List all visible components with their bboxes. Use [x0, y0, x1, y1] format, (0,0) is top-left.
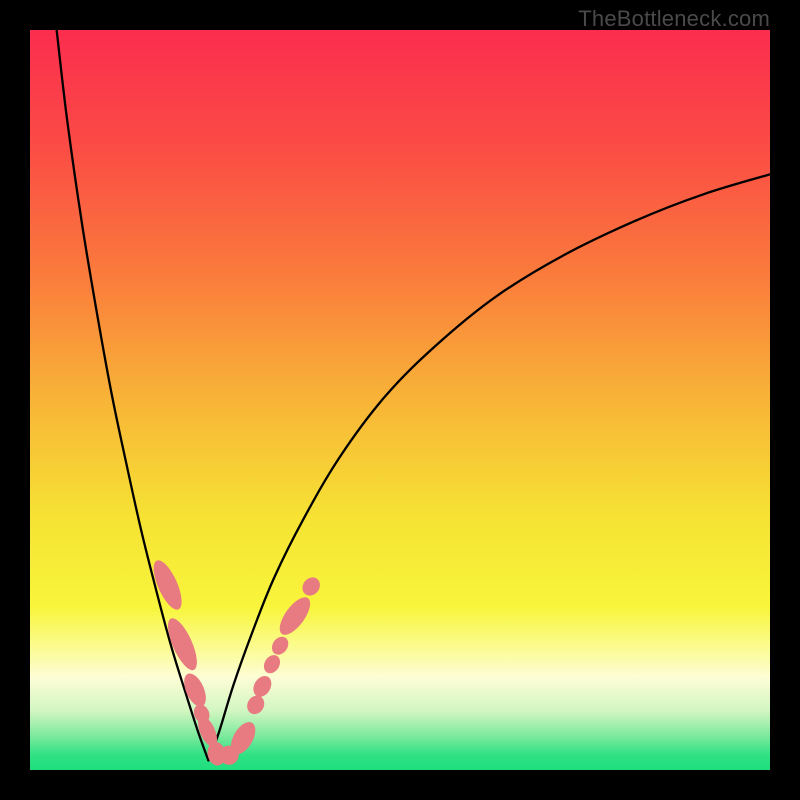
plot-area	[30, 30, 770, 770]
marker-blob	[299, 574, 324, 599]
marker-blob	[269, 634, 292, 658]
curve-right-branch	[208, 174, 770, 760]
marker-blob	[162, 615, 202, 674]
watermark-text: TheBottleneck.com	[578, 6, 770, 32]
marker-group	[148, 557, 324, 767]
marker-blob	[244, 692, 268, 717]
chart-frame: TheBottleneck.com	[0, 0, 800, 800]
marker-blob	[250, 673, 275, 700]
marker-blob	[261, 652, 284, 676]
curves-layer	[30, 30, 770, 770]
marker-blob	[274, 592, 316, 639]
